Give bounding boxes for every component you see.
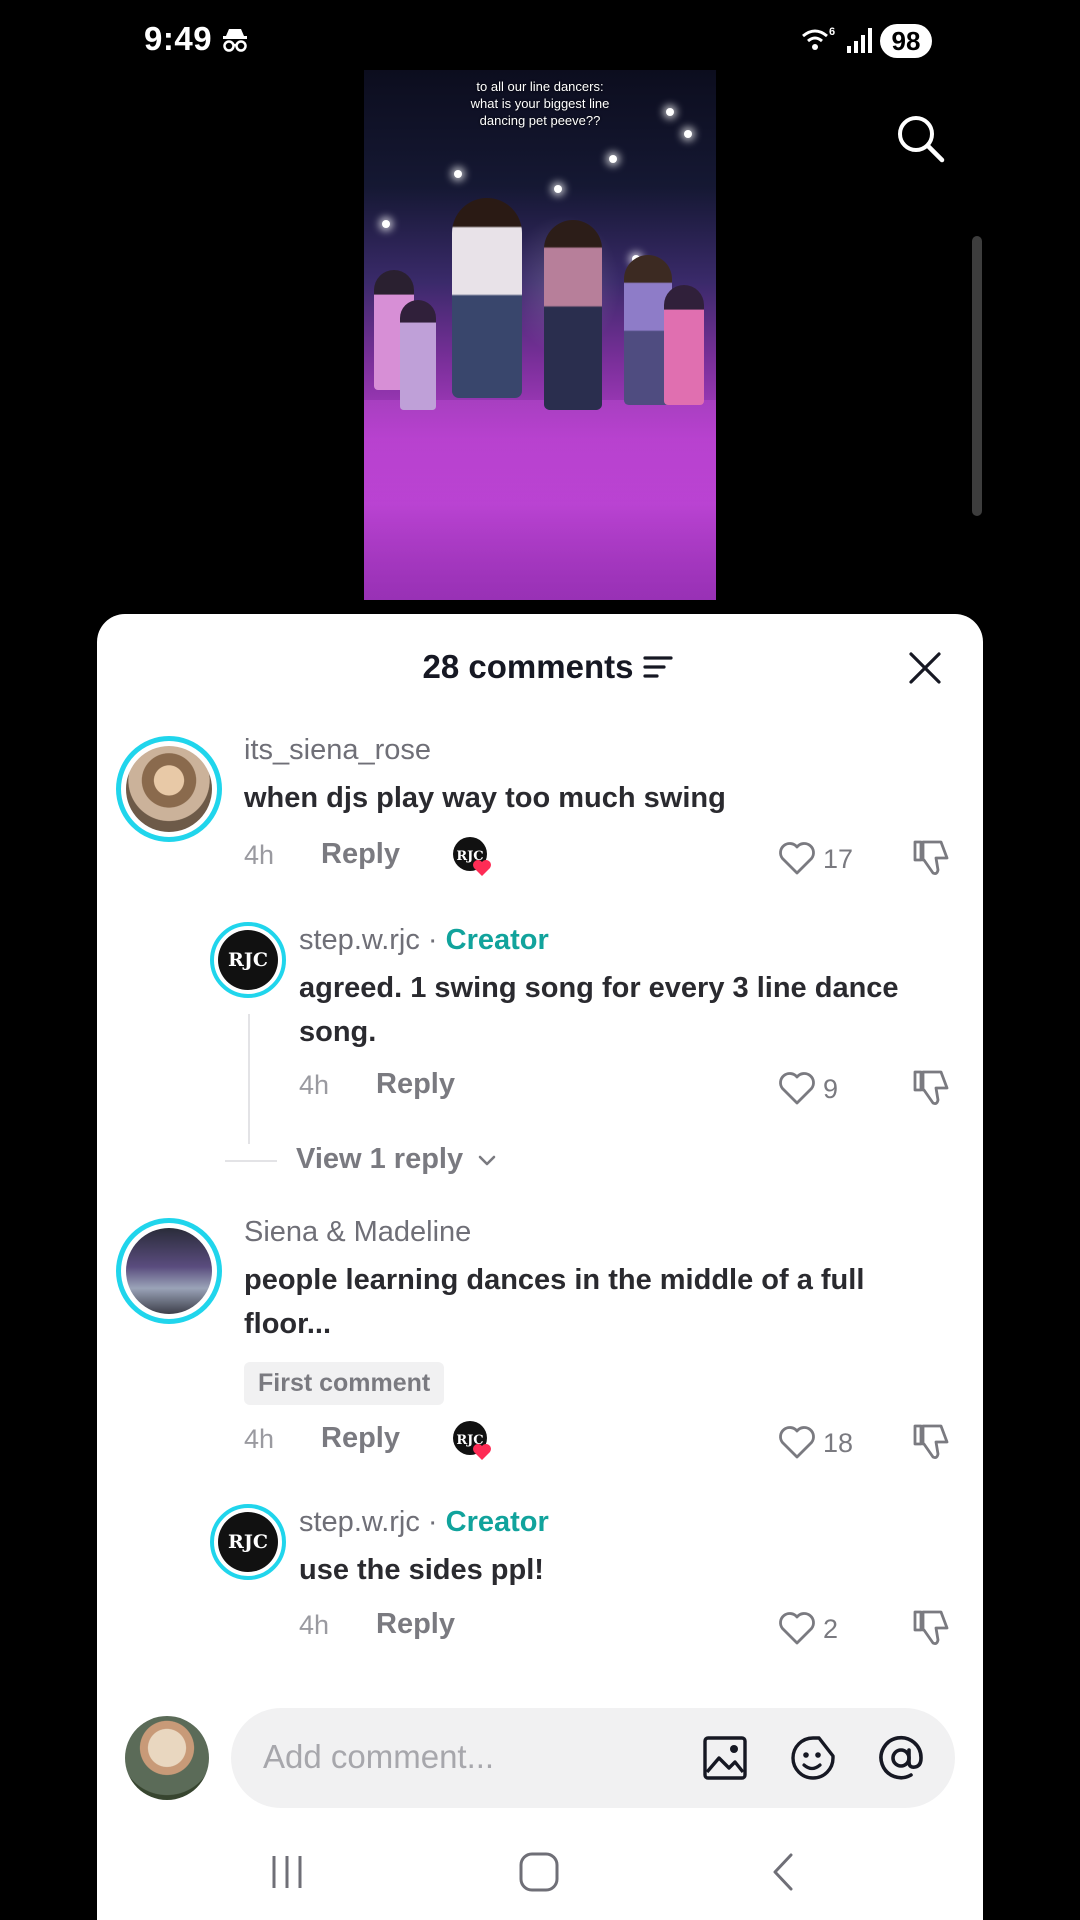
search-icon[interactable]: [894, 112, 946, 164]
signal-icon: [847, 28, 872, 53]
comment-line: people learning dances in the middle of …: [244, 1264, 865, 1296]
like-button[interactable]: 17: [777, 838, 867, 878]
reply-button[interactable]: Reply: [376, 1608, 455, 1641]
dislike-icon[interactable]: [911, 1068, 951, 1108]
video-player[interactable]: to all our line dancers: what is your bi…: [364, 70, 716, 600]
video-caption: to all our line dancers: what is your bi…: [364, 78, 716, 129]
username-text: step.w.rjc: [299, 1506, 420, 1538]
view-replies-button[interactable]: View 1 reply: [296, 1143, 497, 1176]
dislike-icon[interactable]: [911, 1608, 951, 1648]
dancer: [452, 198, 522, 398]
creator-badge: Creator: [445, 924, 549, 956]
creator-liked-icon: RJC: [453, 837, 491, 876]
image-icon[interactable]: [701, 1734, 749, 1782]
sheet-header: 28 comments: [97, 614, 983, 718]
comment-time: 4h: [299, 1610, 330, 1640]
stage-light: [684, 130, 692, 138]
comment-line: song.: [299, 1016, 377, 1048]
like-count: 18: [823, 1428, 854, 1458]
emoji-icon[interactable]: [789, 1734, 837, 1782]
incognito-icon: [223, 29, 247, 52]
creator-avatar[interactable]: RJC: [218, 1512, 278, 1572]
caption-line: dancing pet peeve??: [479, 113, 601, 128]
separator-dot: ·: [419, 924, 446, 956]
view-replies-label: View 1 reply: [296, 1143, 464, 1175]
close-icon[interactable]: [907, 650, 943, 686]
dancer: [544, 220, 602, 410]
filter-icon[interactable]: [643, 654, 673, 680]
wifi-icon: 6: [802, 26, 835, 50]
status-bar: 9:49 6 98: [0, 0, 1080, 80]
battery-indicator: 98: [880, 24, 932, 58]
system-nav-bar: [97, 1828, 983, 1920]
back-icon[interactable]: [763, 1850, 807, 1894]
comment-username[interactable]: Siena & Madeline: [244, 1216, 471, 1249]
caption-line: to all our line dancers:: [476, 79, 604, 94]
comment-line: use the sides ppl!: [299, 1554, 544, 1586]
stage-light: [382, 220, 390, 228]
dislike-icon[interactable]: [911, 838, 951, 878]
like-button[interactable]: 18: [777, 1422, 867, 1462]
comment-time: 4h: [244, 840, 275, 870]
home-icon[interactable]: [517, 1850, 561, 1894]
comments-count-title: 28 comments: [422, 648, 634, 685]
like-count: 2: [823, 1614, 839, 1644]
scroll-indicator[interactable]: [972, 236, 982, 516]
reply-button[interactable]: Reply: [376, 1068, 455, 1101]
comments-sheet: 28 comments its_siena_rose when djs play…: [97, 614, 983, 1920]
separator-dot: ·: [419, 1506, 446, 1538]
avatar[interactable]: [126, 746, 212, 832]
comment-composer: Add comment...: [97, 1688, 983, 1828]
heart-icon: [779, 1426, 815, 1459]
creator-avatar[interactable]: RJC: [218, 930, 278, 990]
reply-text: agreed. 1 swing song for every 3 line da…: [299, 966, 899, 1054]
avatar-monogram: RJC: [228, 1531, 268, 1553]
comment-line: when djs play way too much swing: [244, 782, 726, 814]
like-button[interactable]: 9: [777, 1068, 867, 1108]
stage-light: [609, 155, 617, 163]
reply-text: use the sides ppl!: [299, 1548, 544, 1592]
comment-text: people learning dances in the middle of …: [244, 1258, 864, 1346]
creator-liked-icon: RJC: [453, 1421, 491, 1460]
dislike-icon[interactable]: [911, 1422, 951, 1462]
avatar[interactable]: [126, 1228, 212, 1314]
stage-light: [454, 170, 462, 178]
dance-floor: [364, 400, 716, 600]
comment-time: 4h: [244, 1424, 275, 1454]
thread-line: [248, 1014, 250, 1144]
comment-line: agreed. 1 swing song for every 3 line da…: [299, 972, 899, 1004]
current-user-avatar[interactable]: [125, 1716, 209, 1800]
like-button[interactable]: 2: [777, 1608, 867, 1648]
comment-time: 4h: [299, 1070, 330, 1100]
creator-badge: Creator: [445, 1506, 549, 1538]
avatar-monogram: RJC: [228, 949, 268, 971]
stage-light: [554, 185, 562, 193]
reply-button[interactable]: Reply: [321, 838, 400, 871]
comment-input-placeholder: Add comment...: [263, 1738, 495, 1775]
reply-username[interactable]: step.w.rjc · Creator: [299, 924, 549, 957]
reply-button[interactable]: Reply: [321, 1422, 400, 1455]
comment-username[interactable]: its_siena_rose: [244, 734, 431, 767]
reply-username[interactable]: step.w.rjc · Creator: [299, 1506, 549, 1539]
like-count: 9: [823, 1074, 839, 1104]
comment-text: when djs play way too much swing: [244, 776, 726, 820]
status-time: 9:49: [144, 20, 213, 57]
view-replies-line: [225, 1160, 277, 1162]
comment-input[interactable]: Add comment...: [231, 1708, 955, 1808]
heart-icon: [779, 842, 815, 875]
heart-icon: [779, 1072, 815, 1105]
mention-icon[interactable]: [877, 1734, 925, 1782]
username-text: step.w.rjc: [299, 924, 420, 956]
recents-icon[interactable]: [265, 1850, 309, 1894]
comment-line: floor...: [244, 1308, 331, 1340]
chevron-down-icon: [478, 1155, 496, 1166]
like-count: 17: [823, 844, 854, 874]
svg-text:6: 6: [829, 26, 835, 38]
first-comment-badge: First comment: [244, 1362, 445, 1405]
dancer: [400, 300, 436, 410]
dancer: [664, 285, 704, 405]
heart-icon: [779, 1612, 815, 1645]
caption-line: what is your biggest line: [470, 96, 610, 111]
